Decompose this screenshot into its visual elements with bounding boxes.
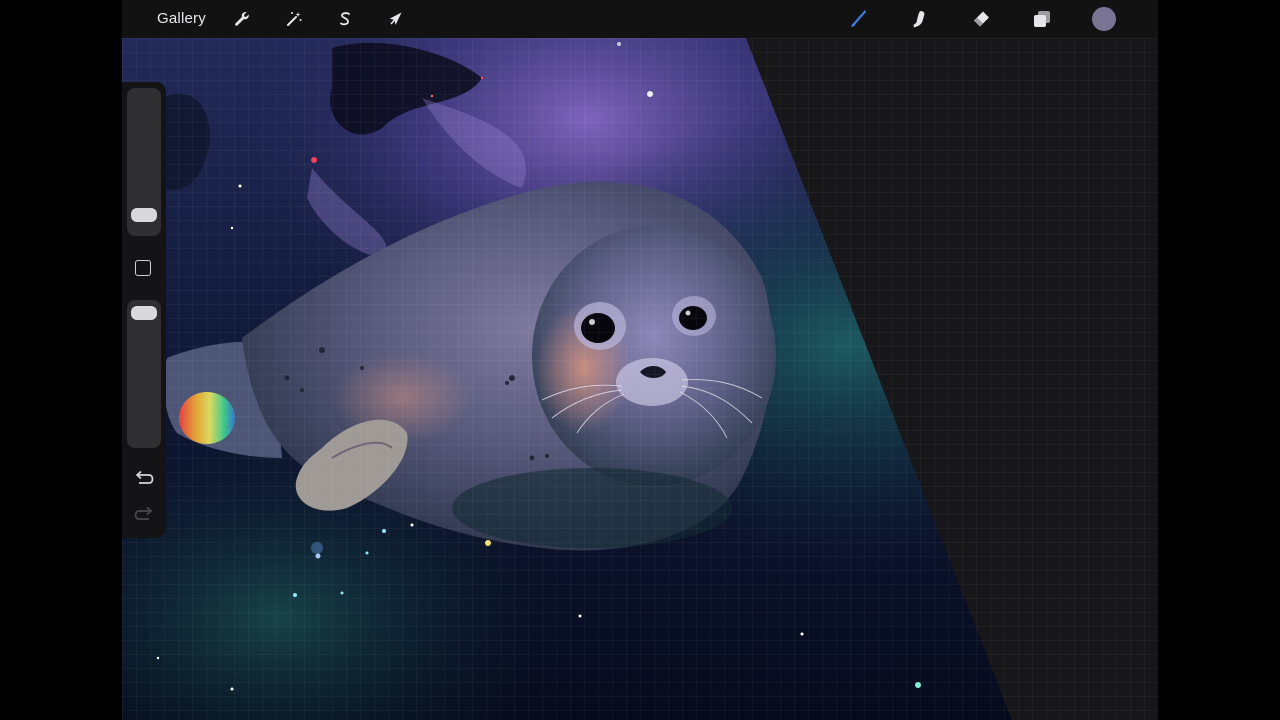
wrench-icon [235, 12, 249, 26]
brush-size-slider[interactable] [127, 88, 161, 236]
selection-button[interactable] [332, 6, 358, 32]
current-color-swatch [1092, 7, 1116, 31]
eraser-icon [974, 11, 989, 27]
arrow-cursor-icon [389, 12, 402, 25]
transform-button[interactable] [383, 6, 409, 32]
layers-button[interactable] [1029, 6, 1055, 32]
actions-button[interactable] [229, 6, 255, 32]
smudge-tool-button[interactable] [906, 6, 932, 32]
canvas-area[interactable] [122, 38, 1158, 720]
layers-icon [1034, 11, 1050, 27]
artwork-canvas[interactable] [122, 38, 1158, 720]
brush-tool-button[interactable] [845, 6, 871, 32]
selection-s-icon [340, 12, 350, 26]
modify-square-button[interactable] [135, 260, 151, 276]
opacity-thumb[interactable] [131, 306, 157, 320]
color-picker-button[interactable] [1091, 6, 1117, 32]
magic-wand-icon [287, 12, 302, 26]
brush-size-thumb[interactable] [131, 208, 157, 222]
undo-arrow-icon[interactable] [132, 468, 156, 488]
opacity-slider[interactable] [127, 300, 161, 448]
redo-arrow-icon[interactable] [132, 504, 156, 524]
eraser-tool-button[interactable] [968, 6, 994, 32]
gallery-button[interactable]: Gallery [157, 10, 206, 27]
left-sidebar [122, 82, 166, 538]
space-painting [122, 38, 1012, 720]
smudge-finger-icon [913, 11, 925, 28]
brush-icon [851, 10, 867, 27]
procreate-app: Gallery [122, 0, 1158, 720]
adjustments-button[interactable] [281, 6, 307, 32]
top-toolbar: Gallery [122, 0, 1158, 38]
